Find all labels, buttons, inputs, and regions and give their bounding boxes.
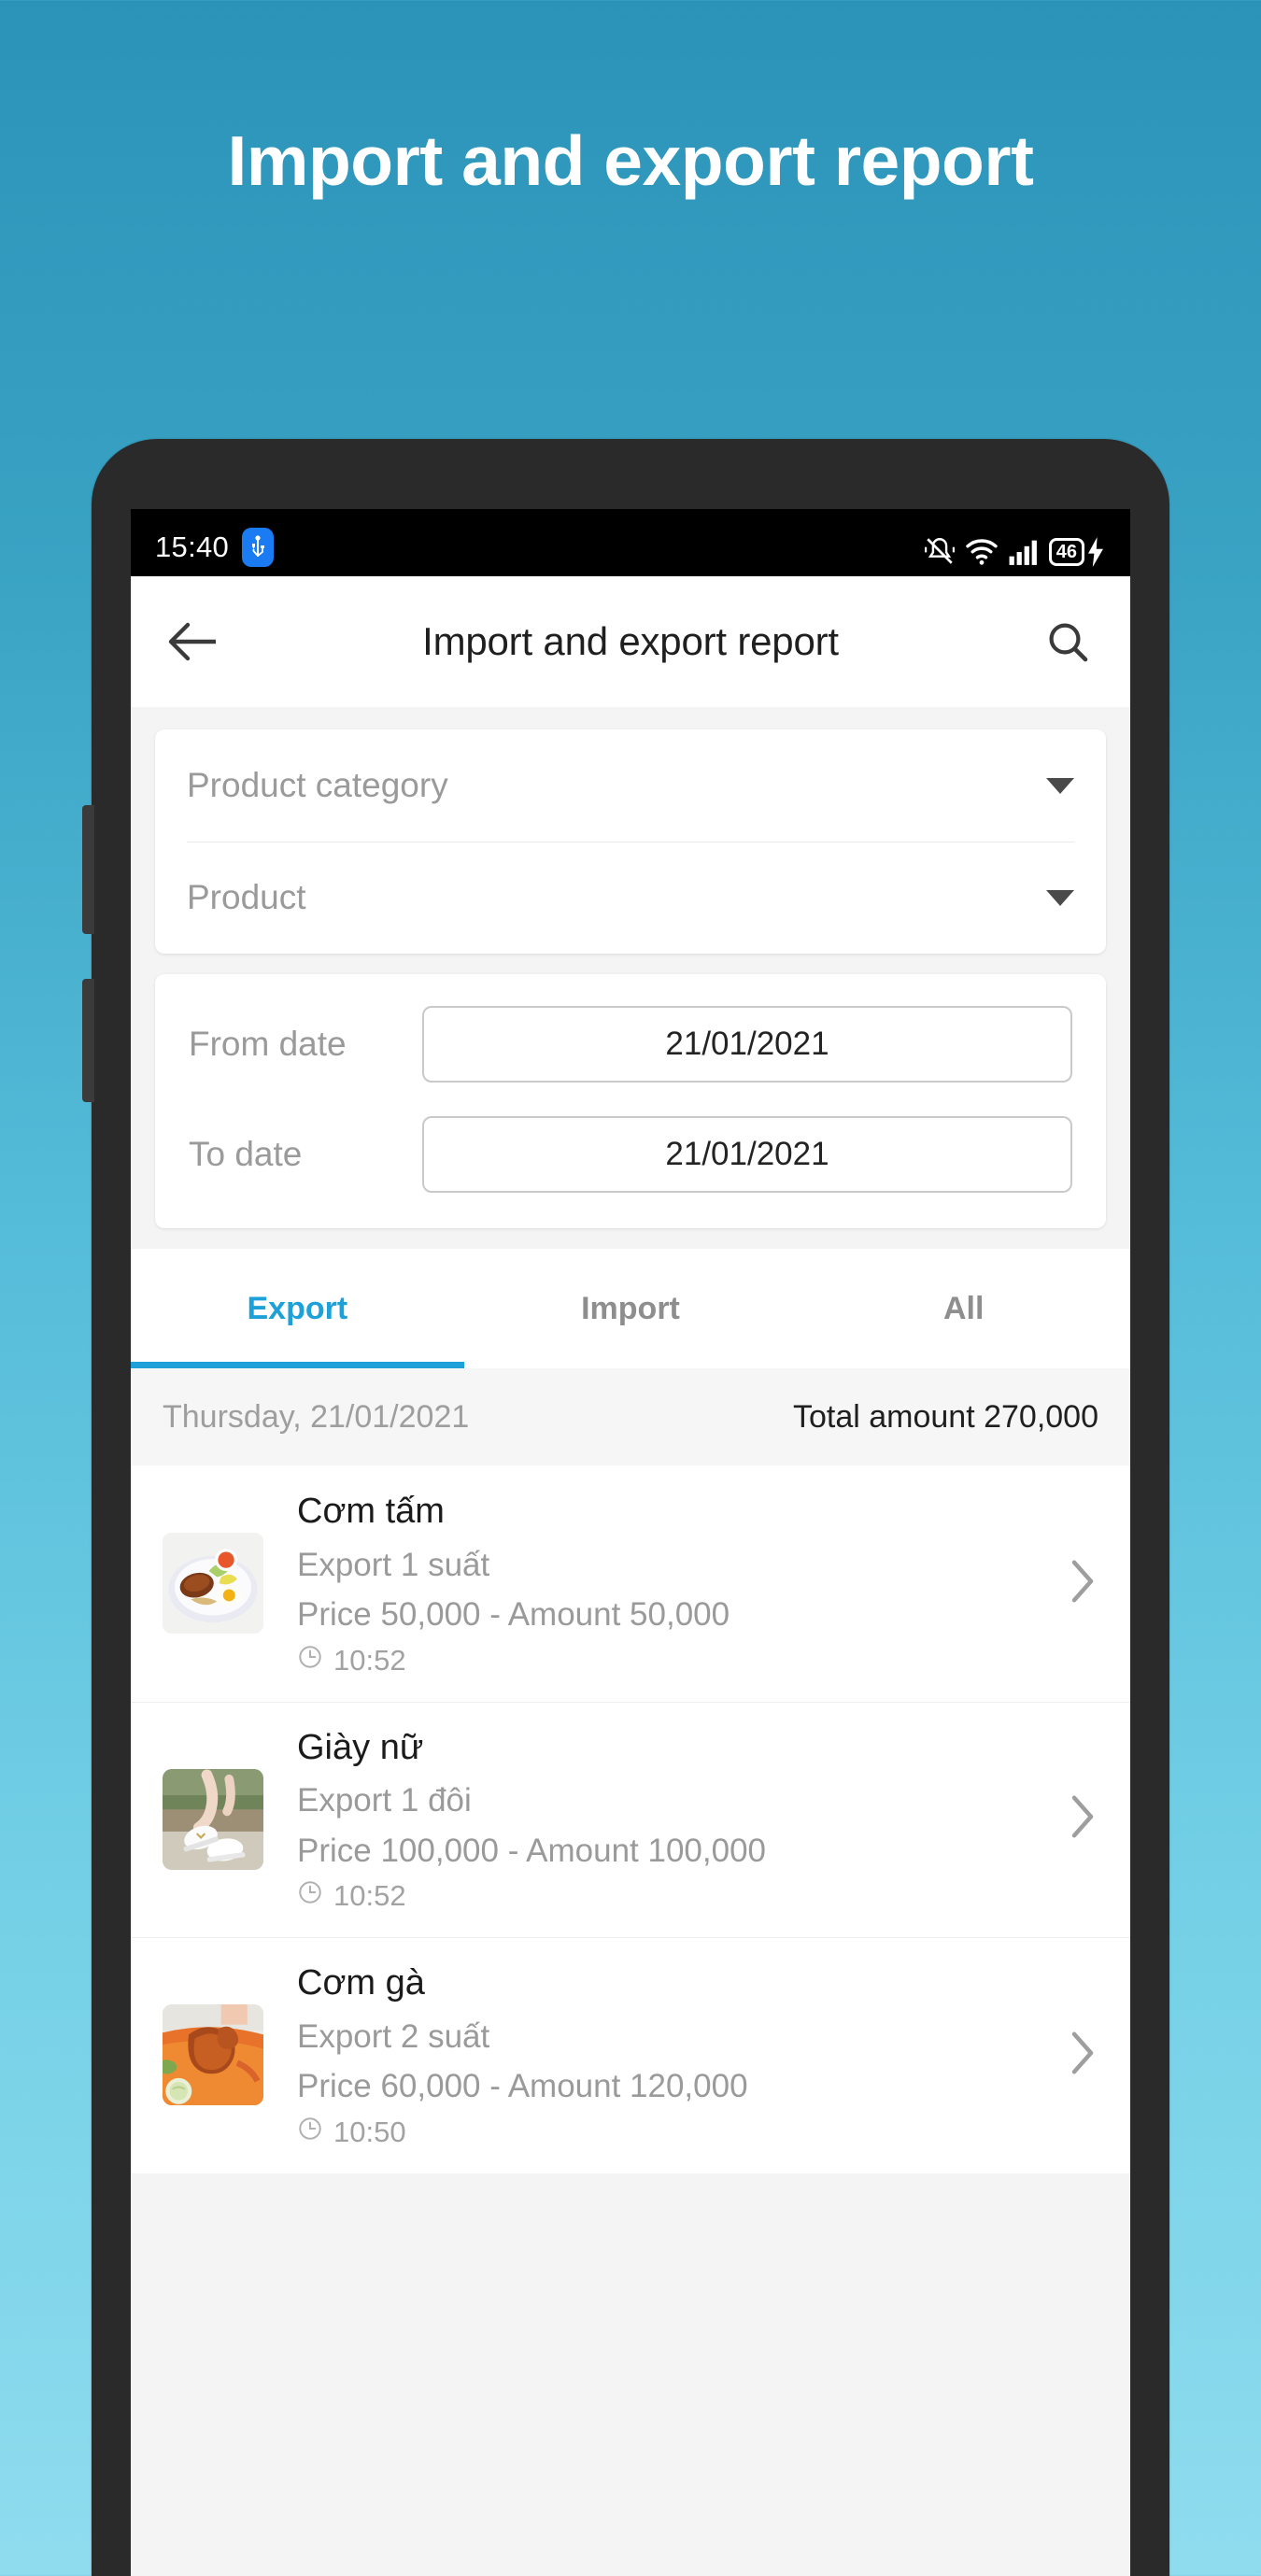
product-category-label: Product category [187, 766, 448, 804]
back-arrow-icon[interactable] [161, 609, 226, 674]
app-bar: Import and export report [131, 576, 1130, 707]
day-summary-header: Thursday, 21/01/2021 Total amount 270,00… [131, 1368, 1130, 1465]
transaction-title: Cơm gà [297, 1963, 425, 2003]
transaction-time: 10:50 [297, 2116, 1048, 2149]
status-time: 15:40 [155, 531, 230, 563]
product-label: Product [187, 878, 306, 916]
tab-export-label: Export [247, 1290, 348, 1326]
status-bar-left: 15:40 [155, 528, 275, 567]
chevron-right-icon[interactable] [1067, 2028, 1098, 2083]
status-bar-right: 46 [924, 535, 1106, 567]
product-category-dropdown[interactable]: Product category [155, 729, 1106, 842]
to-date-input[interactable]: 21/01/2021 [422, 1116, 1072, 1193]
cellular-signal-icon [1008, 537, 1040, 567]
power-button[interactable] [82, 979, 94, 1102]
table-row[interactable]: Cơm gà Export 2 suất Price 60,000 - Amou… [131, 1937, 1130, 2173]
clock-icon [297, 1644, 323, 1677]
product-filter-card: Product category Product [155, 729, 1106, 954]
chevron-right-icon[interactable] [1067, 1791, 1098, 1847]
report-tabs: Export Import All [131, 1249, 1130, 1368]
date-filter-card: From date 21/01/2021 To date 21/01/2021 [155, 974, 1106, 1228]
tab-import-label: Import [581, 1290, 680, 1326]
transaction-price-amount: Price 100,000 - Amount 100,000 [297, 1832, 767, 1869]
transaction-time-label: 10:52 [333, 1643, 406, 1677]
to-date-row: To date 21/01/2021 [155, 1099, 1106, 1210]
white-sneakers-photo [163, 1768, 263, 1870]
transaction-body: Cơm tấm Export 1 suất Price 50,000 - Amo… [297, 1490, 1048, 1677]
from-date-label: From date [189, 1025, 347, 1063]
transaction-detail: Export 2 suất [297, 2017, 490, 2055]
transaction-time: 10:52 [297, 1879, 1048, 1913]
tab-all[interactable]: All [797, 1249, 1130, 1368]
transaction-body: Giày nữ Export 1 đôi Price 100,000 - Amo… [297, 1726, 1048, 1914]
transaction-price-amount: Price 50,000 - Amount 50,000 [297, 1596, 730, 1633]
clock-icon [297, 2116, 323, 2149]
page-title: Import and export report [227, 121, 1034, 200]
table-row[interactable]: Cơm tấm Export 1 suất Price 50,000 - Amo… [131, 1465, 1130, 1702]
transaction-title: Giày nữ [297, 1727, 424, 1767]
filter-section: Product category Product From date 21/01… [131, 707, 1130, 1228]
battery-icon: 46 [1048, 537, 1106, 567]
table-row[interactable]: Giày nữ Export 1 đôi Price 100,000 - Amo… [131, 1701, 1130, 1938]
broken-rice-plate-photo [163, 1533, 263, 1635]
status-bar: 15:40 46 [131, 509, 1130, 576]
chevron-down-icon [1046, 777, 1074, 794]
transaction-body: Cơm gà Export 2 suất Price 60,000 - Amou… [297, 1961, 1048, 2149]
transaction-price-amount: Price 60,000 - Amount 120,000 [297, 2068, 748, 2104]
phone-frame: 15:40 46 Import and export report Produc… [82, 439, 1169, 2576]
transaction-time-label: 10:50 [333, 2115, 406, 2148]
search-icon[interactable] [1035, 609, 1100, 674]
battery-level: 46 [1048, 538, 1084, 566]
transaction-time-label: 10:52 [333, 1879, 406, 1912]
transaction-title: Cơm tấm [297, 1492, 445, 1531]
from-date-row: From date 21/01/2021 [155, 989, 1106, 1099]
chevron-down-icon [1046, 889, 1074, 906]
summary-total-amount: Total amount 270,000 [792, 1398, 1098, 1435]
transaction-detail: Export 1 đôi [297, 1782, 472, 1819]
transaction-time: 10:52 [297, 1644, 1048, 1677]
volume-button[interactable] [82, 805, 94, 934]
phone-screen: 15:40 46 Import and export report Produc… [131, 509, 1130, 2576]
chicken-rice-photo [163, 2004, 263, 2106]
tab-all-label: All [942, 1290, 985, 1326]
to-date-label: To date [189, 1135, 303, 1173]
chevron-right-icon[interactable] [1067, 1556, 1098, 1611]
transaction-list: Cơm tấm Export 1 suất Price 50,000 - Amo… [131, 1465, 1130, 2173]
vibrate-mute-icon [924, 535, 956, 567]
summary-date: Thursday, 21/01/2021 [163, 1398, 470, 1435]
app-bar-title: Import and export report [422, 619, 839, 663]
usb-icon [242, 528, 275, 567]
transaction-detail: Export 1 suất [297, 1546, 490, 1583]
charging-bolt-icon [1088, 537, 1103, 567]
product-dropdown[interactable]: Product [155, 842, 1106, 954]
wifi-icon [965, 535, 999, 567]
tab-import[interactable]: Import [464, 1249, 798, 1368]
from-date-input[interactable]: 21/01/2021 [422, 1006, 1072, 1083]
clock-icon [297, 1879, 323, 1913]
tab-export[interactable]: Export [131, 1249, 464, 1368]
